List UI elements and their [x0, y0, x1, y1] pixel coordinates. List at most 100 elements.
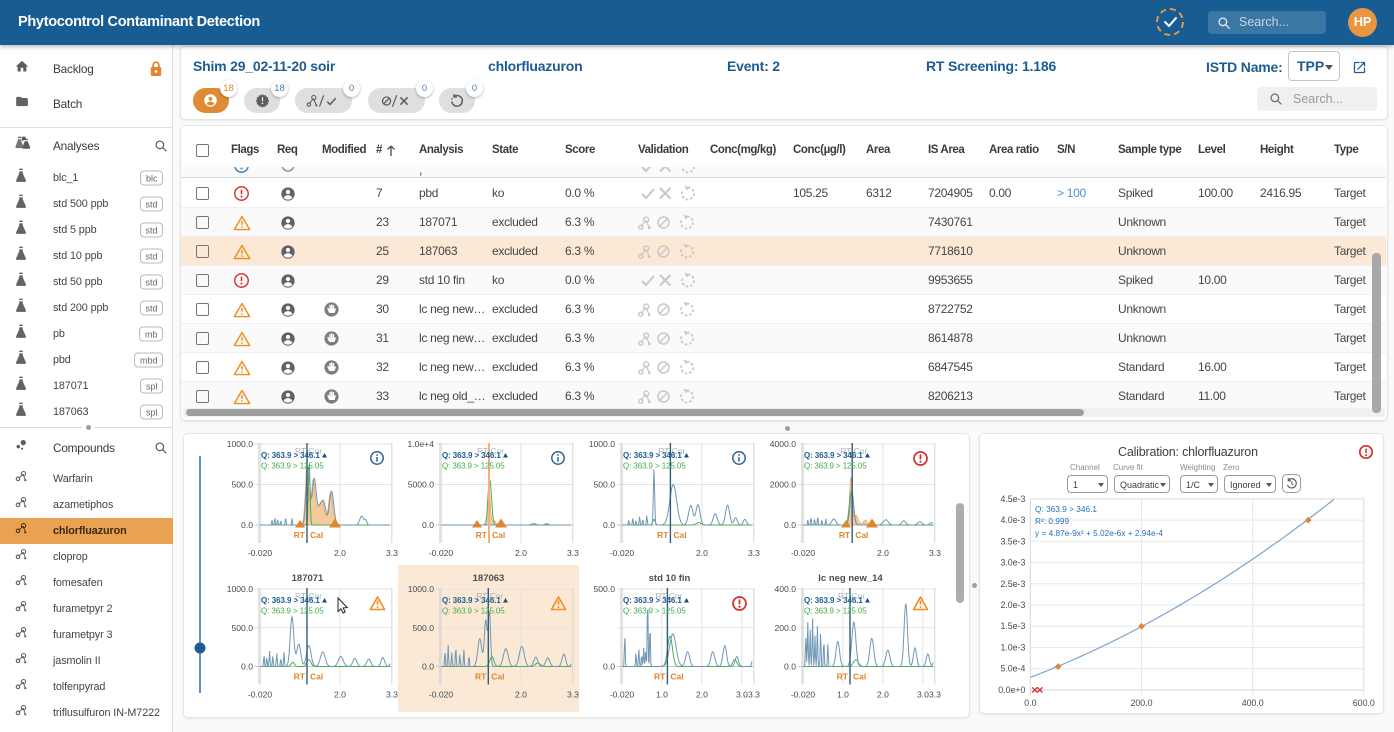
svg-text:2.0: 2.0 — [877, 548, 889, 558]
svg-text:1000.0: 1000.0 — [408, 584, 435, 594]
svg-text:Cal: Cal — [492, 530, 505, 540]
svg-text:2.5e-3: 2.5e-3 — [1000, 579, 1025, 589]
svg-text:Q: 363.9 > 346.1: Q: 363.9 > 346.1 — [804, 596, 863, 605]
svg-text:3.3: 3.3 — [386, 690, 398, 700]
svg-text:Q: 363.9 > 125.05: Q: 363.9 > 125.05 — [804, 462, 867, 471]
svg-text:0.0: 0.0 — [241, 520, 253, 530]
svg-text:400.0: 400.0 — [1242, 698, 1264, 708]
svg-text:Channel: Channel — [1070, 463, 1100, 472]
svg-text:0.0e+0: 0.0e+0 — [998, 685, 1025, 695]
svg-text:500.0: 500.0 — [231, 623, 253, 633]
svg-text:0.0: 0.0 — [784, 520, 796, 530]
svg-text:3.3: 3.3 — [929, 548, 941, 558]
svg-text:2.0: 2.0 — [877, 690, 889, 700]
svg-text:y = 4.87e-9x² + 5.02e-6x + 2.9: y = 4.87e-9x² + 5.02e-6x + 2.94e-4 — [1035, 528, 1163, 538]
svg-text:RT: RT — [837, 672, 849, 682]
svg-text:-0.020: -0.020 — [248, 548, 273, 558]
svg-text:2.0: 2.0 — [515, 548, 527, 558]
svg-text:500.0: 500.0 — [412, 623, 434, 633]
svg-text:Q: 363.9 > 125.05: Q: 363.9 > 125.05 — [623, 462, 686, 471]
svg-text:1.0e+4: 1.0e+4 — [407, 439, 434, 449]
svg-text:Weighting: Weighting — [1180, 463, 1215, 472]
svg-text:2.0: 2.0 — [334, 690, 346, 700]
svg-text:Q: 363.9 > 125.05: Q: 363.9 > 125.05 — [442, 462, 505, 471]
svg-text:std 10 fin: std 10 fin — [649, 573, 691, 584]
svg-text:Q: 363.9 > 346.1: Q: 363.9 > 346.1 — [442, 596, 501, 605]
svg-text:Q: 363.9 > 125.05: Q: 363.9 > 125.05 — [261, 462, 324, 471]
svg-text:2000.0: 2000.0 — [770, 480, 797, 490]
svg-text:5.0e-4: 5.0e-4 — [1000, 664, 1025, 674]
svg-text:Cal: Cal — [491, 672, 504, 682]
svg-text:3.3: 3.3 — [386, 548, 398, 558]
svg-text:1.0: 1.0 — [837, 690, 849, 700]
svg-text:3.0: 3.0 — [736, 690, 748, 700]
svg-text:4.0e-3: 4.0e-3 — [1000, 515, 1025, 525]
svg-text:RT: RT — [294, 672, 306, 682]
svg-text:1.0e-3: 1.0e-3 — [1000, 643, 1025, 653]
svg-text:2.0e-3: 2.0e-3 — [1000, 600, 1025, 610]
svg-text:RT: RT — [654, 672, 666, 682]
svg-text:1.5e-3: 1.5e-3 — [1000, 621, 1025, 631]
svg-text:Cal: Cal — [310, 530, 323, 540]
svg-text:500.0: 500.0 — [231, 480, 253, 490]
svg-text:200.0: 200.0 — [774, 623, 796, 633]
svg-text:-0.020: -0.020 — [791, 690, 816, 700]
svg-text:0.0: 0.0 — [422, 520, 434, 530]
svg-text:Cal: Cal — [853, 672, 866, 682]
svg-text:600.0: 600.0 — [1353, 698, 1375, 708]
svg-text:lc neg new_14: lc neg new_14 — [818, 573, 883, 584]
svg-text:5000.0: 5000.0 — [408, 480, 435, 490]
svg-text:Zero: Zero — [1223, 463, 1240, 472]
svg-text:4.5e-3: 4.5e-3 — [1000, 494, 1025, 504]
svg-text:1000.0: 1000.0 — [227, 584, 254, 594]
svg-text:RT: RT — [839, 530, 851, 540]
svg-text:3.3: 3.3 — [567, 690, 579, 700]
svg-text:200.0: 200.0 — [1130, 698, 1152, 708]
svg-text:3.3: 3.3 — [929, 690, 941, 700]
svg-text:2.0: 2.0 — [696, 690, 708, 700]
svg-text:3.0: 3.0 — [917, 690, 929, 700]
svg-text:0.0: 0.0 — [603, 662, 615, 672]
svg-text:Q: 363.9 > 346.1: Q: 363.9 > 346.1 — [442, 451, 501, 460]
svg-text:Q: 363.9 > 125.05: Q: 363.9 > 125.05 — [442, 607, 505, 616]
svg-text:0.0: 0.0 — [1024, 698, 1036, 708]
svg-text:3.5e-3: 3.5e-3 — [1000, 536, 1025, 546]
svg-text:Cal: Cal — [670, 672, 683, 682]
svg-text:Q: 363.9 > 346.1: Q: 363.9 > 346.1 — [623, 596, 682, 605]
svg-text:3.3: 3.3 — [567, 548, 579, 558]
svg-text:4000.0: 4000.0 — [770, 439, 797, 449]
svg-text:Curve fit: Curve fit — [1113, 463, 1144, 472]
svg-text:1000.0: 1000.0 — [227, 439, 254, 449]
svg-text:0.0: 0.0 — [784, 662, 796, 672]
svg-text:Q: 363.9 > 346.1: Q: 363.9 > 346.1 — [261, 596, 320, 605]
svg-text:Q: 363.9 > 125.05: Q: 363.9 > 125.05 — [623, 607, 686, 616]
svg-text:RT: RT — [476, 530, 488, 540]
svg-text:RT: RT — [475, 672, 487, 682]
svg-text:Q: 363.9 > 346.1: Q: 363.9 > 346.1 — [261, 451, 320, 460]
svg-text:Q: 363.9 > 125.05: Q: 363.9 > 125.05 — [804, 607, 867, 616]
svg-text:-0.020: -0.020 — [610, 690, 635, 700]
svg-text:3.3: 3.3 — [748, 690, 760, 700]
svg-text:500.0: 500.0 — [593, 584, 615, 594]
svg-text:Q: 363.9 > 346.1: Q: 363.9 > 346.1 — [1035, 504, 1097, 514]
svg-text:RT: RT — [294, 530, 306, 540]
svg-text:400.0: 400.0 — [774, 584, 796, 594]
svg-text:3.3: 3.3 — [748, 548, 760, 558]
svg-text:2.0: 2.0 — [334, 548, 346, 558]
svg-text:-0.020: -0.020 — [429, 690, 454, 700]
svg-text:-0.020: -0.020 — [429, 548, 454, 558]
svg-text:Q: 363.9 > 346.1: Q: 363.9 > 346.1 — [623, 451, 682, 460]
svg-text:2.0: 2.0 — [515, 690, 527, 700]
svg-text:-0.020: -0.020 — [791, 548, 816, 558]
svg-text:Q: 363.9 > 125.05: Q: 363.9 > 125.05 — [261, 607, 324, 616]
svg-text:0.0: 0.0 — [241, 662, 253, 672]
svg-text:0.0: 0.0 — [422, 662, 434, 672]
svg-text:Cal: Cal — [310, 672, 323, 682]
svg-text:RT: RT — [657, 530, 669, 540]
svg-text:Cal: Cal — [855, 530, 868, 540]
svg-text:187071: 187071 — [292, 573, 324, 584]
svg-text:-0.020: -0.020 — [610, 548, 635, 558]
svg-text:0.0: 0.0 — [603, 520, 615, 530]
svg-text:Cal: Cal — [673, 530, 686, 540]
svg-text:1.0: 1.0 — [656, 690, 668, 700]
